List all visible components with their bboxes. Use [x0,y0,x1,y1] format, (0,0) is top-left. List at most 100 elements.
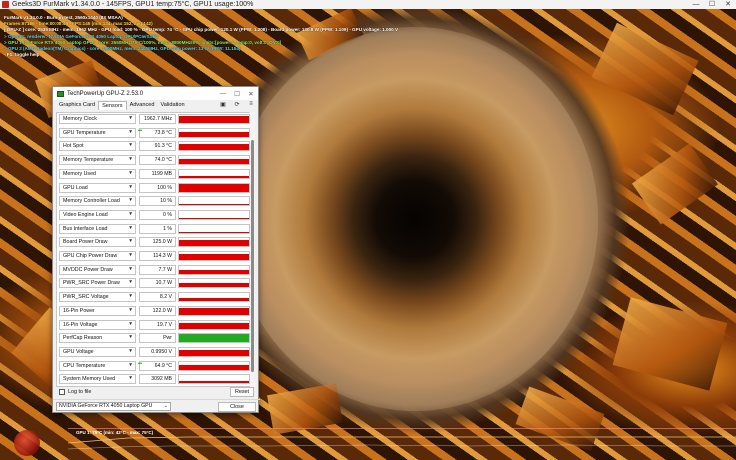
sensor-name-dropdown[interactable]: Video Engine Load ▼ [59,209,136,220]
sensor-graph-fill [179,131,249,137]
gpuz-minimize-button[interactable]: — [216,90,230,97]
sensor-name: Memory Used [63,170,96,177]
gpu-select-dropdown[interactable]: NVIDIA GeForce RTX 4050 Laptop GPU ⌄ [56,402,171,411]
sensor-name-dropdown[interactable]: Bus Interface Load ▼ [59,223,136,234]
sensor-graph-fill [179,380,249,384]
maximize-button[interactable]: ☐ [704,0,720,9]
tab-graphics-card[interactable]: Graphics Card [56,101,98,110]
sensor-name-dropdown[interactable]: Memory Used ▼ [59,168,136,179]
temperature-graph-line [68,436,736,450]
sensor-name-dropdown[interactable]: GPU Temperature ▼ [59,127,136,138]
close-button[interactable]: ✕ [720,0,736,9]
sensor-name: PWR_SRC Voltage [63,294,109,301]
dropdown-arrow-icon: ▼ [128,211,133,217]
gpuz-maximize-button[interactable]: ☐ [230,90,244,98]
sensor-list[interactable]: Memory Clock ▼ 1962.7 MHz GPU Temperature ▼ 7… [56,112,255,387]
sensor-value: 7.7 W [139,264,176,275]
sensor-graph [178,141,250,152]
gpuz-close-action-button[interactable]: Close [218,402,256,412]
sensor-name: Memory Controller Load [63,198,120,205]
sensor-name: CPU Temperature [63,362,106,369]
sensor-name-dropdown[interactable]: Memory Temperature ▼ [59,155,136,166]
sensor-name-dropdown[interactable]: GPU Load ▼ [59,182,136,193]
gpuz-footer: Log to file Reset [56,387,257,399]
sensor-row: GPU Voltage ▼ 0.9950 V [59,346,250,358]
sensor-row: Hot Spot ▼ 91.3 °C [59,141,250,152]
log-to-file-label: Log to file [68,389,92,395]
sensor-graph-fill [179,253,249,260]
sensor-row: GPU Load ▼ 100 % [59,182,250,194]
sensor-row: Board Power Draw ▼ 125.0 W [59,237,250,248]
sensor-name-dropdown[interactable]: System Memory Used ▼ [59,374,136,385]
sensor-value: Pwr [139,333,176,344]
menu-icon[interactable]: ≡ [247,101,255,108]
sensor-name-dropdown[interactable]: 16-Pin Power ▼ [59,305,136,316]
sensor-name-dropdown[interactable]: Memory Clock ▼ [59,114,136,124]
sensor-graph-fill [179,297,249,302]
sensor-graph [178,196,250,207]
refresh-icon[interactable]: ⟳ [233,101,241,108]
sensor-row: Video Engine Load ▼ 0 % [59,209,250,221]
sensor-name-dropdown[interactable]: 16-Pin Voltage ▼ [59,319,136,330]
sensor-name: GPU Voltage [63,348,94,355]
sensor-graph [178,360,250,371]
sensor-value: 3092 MB [139,374,176,385]
sensor-row: GPU Chip Power Draw ▼ 114.3 W [59,251,250,262]
sensor-value: 73.8 °C [139,127,176,138]
sensor-graph [178,223,250,234]
furmark-app-icon [2,1,9,8]
sensor-name-dropdown[interactable]: PWR_SRC Power Draw ▼ [59,278,136,289]
sensor-graph [178,305,250,316]
sensor-name: Board Power Draw [63,239,108,246]
dropdown-arrow-icon: ▼ [128,280,133,286]
sensor-graph-fill [179,365,249,370]
sensor-name: Hot Spot [63,143,84,150]
gpuz-close-button[interactable]: ✕ [244,90,258,98]
sensor-graph-fill [179,204,249,206]
scrollbar-thumb[interactable] [251,140,254,372]
sensor-row: Memory Temperature ▼ 74.0 °C [59,155,250,166]
sensor-name: 16-Pin Power [63,307,95,314]
sensor-name-dropdown[interactable]: GPU Chip Power Draw ▼ [59,251,136,261]
sensor-name-dropdown[interactable]: MVDDC Power Draw ▼ [59,264,136,275]
sensor-list-scrollbar[interactable] [250,112,255,387]
sensor-graph-fill [179,334,249,343]
gpu-select-value: NVIDIA GeForce RTX 4050 Laptop GPU [59,403,153,409]
sensor-trend-icon: ▴▴ [138,126,143,132]
sensor-graph-fill [179,322,249,329]
tab-validation[interactable]: Validation [157,101,187,110]
dropdown-arrow-icon: ▼ [128,225,133,231]
tab-advanced[interactable]: Advanced [127,101,158,110]
sensor-graph [178,278,250,289]
sensor-name: GPU Chip Power Draw [63,253,118,259]
sensor-graph-fill [179,183,249,192]
sensor-name-dropdown[interactable]: PerfCap Reason ▼ [59,333,136,344]
sensor-row: PWR_SRC Voltage ▼ 8.2 V [59,292,250,303]
gpuz-bottom-bar: NVIDIA GeForce RTX 4050 Laptop GPU ⌄ Clo… [53,399,260,413]
sensor-row: MVDDC Power Draw ▼ 7.7 W [59,264,250,276]
camera-icon[interactable]: ▣ [219,101,227,108]
sensor-name: Memory Temperature [63,157,114,164]
sensor-graph-fill [179,239,249,247]
sensor-name-dropdown[interactable]: Hot Spot ▼ [59,141,136,152]
sensor-row: System Memory Used ▼ 3092 MB [59,374,250,385]
dropdown-arrow-icon: ▼ [128,157,133,163]
sensor-value: 10.7 W [139,278,176,289]
sensor-name-dropdown[interactable]: PWR_SRC Voltage ▼ [59,292,136,303]
sensor-name-dropdown[interactable]: Board Power Draw ▼ [59,237,136,248]
sensor-name: 16-Pin Voltage [63,321,98,328]
window-title: Geeks3D FurMark v1.34.0.0 - 145FPS, GPU1… [12,1,254,8]
sensor-graph-fill [179,159,249,165]
sensor-name-dropdown[interactable]: Memory Controller Load ▼ [59,196,136,207]
dropdown-arrow-icon: ▼ [128,239,133,245]
tab-sensors[interactable]: Sensors [98,101,127,110]
sensor-name-dropdown[interactable]: GPU Voltage ▼ [59,346,136,357]
gpuz-window: TechPowerUp GPU-Z 2.53.0 — ☐ ✕ Graphics … [52,86,260,413]
sensor-name-dropdown[interactable]: CPU Temperature ▼ [59,360,136,371]
sensor-name: PWR_SRC Power Draw [63,280,120,287]
minimize-button[interactable]: — [688,0,704,9]
sensor-graph [178,319,250,330]
log-to-file-checkbox[interactable] [59,389,65,395]
sensor-graph [178,292,250,303]
reset-button[interactable]: Reset [230,387,254,397]
